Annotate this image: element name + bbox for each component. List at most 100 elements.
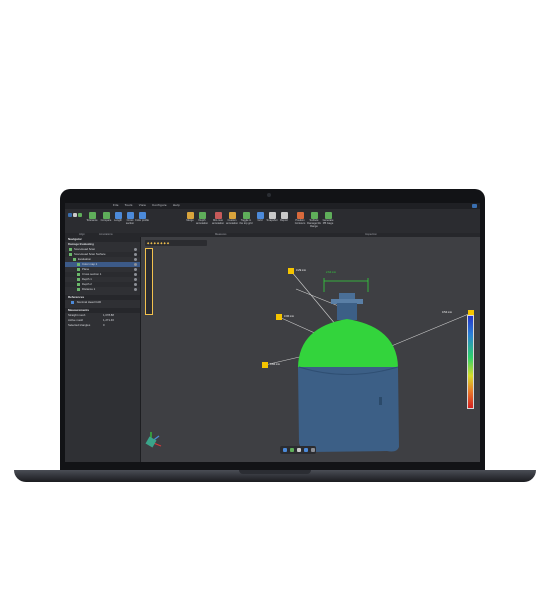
ribbon-button[interactable]: Custom annotation [225, 211, 239, 229]
laptop-base [14, 470, 536, 482]
tag-1[interactable] [288, 268, 294, 274]
group-align: Align [79, 233, 85, 236]
view-icon[interactable] [283, 448, 287, 452]
ribbon-button-icon [114, 212, 122, 219]
ribbon-button-label: Min-max annotation [211, 219, 225, 225]
tag-1-text: 3.29 mm [296, 269, 307, 272]
laptop-lid: File Tools View Configure Help Tolerance… [60, 189, 485, 470]
ribbon-button-icon [102, 212, 110, 219]
tag-3[interactable] [262, 362, 268, 368]
menu-view[interactable]: View [139, 203, 146, 207]
ribbon-button-icon [256, 212, 264, 219]
menu-tools[interactable]: Tools [125, 203, 133, 207]
ribbon-button-label: Custom annotation [225, 219, 239, 225]
ribbon-button-label: Surface Damage Re Range [307, 219, 321, 228]
tag-5-text: 2.64 mm [326, 271, 337, 274]
vessel-neck [337, 303, 357, 320]
webcam [267, 193, 271, 197]
tree-item-label: Cross section 1 [82, 272, 102, 276]
menu-help[interactable]: Help [173, 203, 180, 207]
ribbon-button-icon [324, 212, 332, 219]
3d-viewport[interactable]: ◆◆◆◆◆◆◆ 3.29 mm 3.06 mm 4.84 mm 0.54 mm … [141, 237, 480, 462]
dimension-bracket [323, 278, 369, 292]
ribbon-button-icon [198, 212, 206, 219]
quick-access-icon[interactable] [78, 213, 82, 217]
viewport-bottom-toolbar[interactable] [280, 446, 316, 454]
ribbon-button-label: Tolerance [86, 219, 98, 222]
ribbon-button[interactable]: Color profile [135, 211, 149, 229]
vessel-flange [339, 293, 355, 300]
pressure-vessel-model[interactable] [298, 293, 399, 452]
tree-item-icon [77, 267, 80, 271]
visibility-eye-icon[interactable] [134, 278, 137, 281]
tree-item-icon [77, 272, 80, 276]
menu-bar: File Tools View Configure Help [113, 203, 185, 207]
axis-triad-icon [145, 432, 162, 448]
visibility-eye-icon[interactable] [134, 258, 137, 261]
visibility-eye-icon[interactable] [134, 248, 137, 251]
tree-item-label: Distance 1 [82, 287, 96, 291]
group-annotations: Annotations [99, 233, 113, 236]
tree-item-label: Depth 1 [82, 277, 92, 281]
measure-row: Selected triangles 0 [65, 323, 140, 328]
visibility-eye-icon[interactable] [134, 283, 137, 286]
ribbon-button[interactable]: Surface Damage Re Range [307, 211, 321, 229]
window-control-icon[interactable] [472, 204, 477, 208]
mesh-icon [71, 300, 74, 304]
ribbon-button-label: Generate PB Gage [322, 219, 334, 225]
ribbon-button-icon [310, 212, 318, 219]
tag-2-text: 3.06 mm [284, 315, 295, 318]
ribbon-button[interactable]: Position Contours [293, 211, 307, 229]
visibility-eye-icon[interactable] [134, 253, 137, 256]
project-label: Damage Evaluating [68, 242, 94, 246]
ribbon-button[interactable]: Tolerance [85, 211, 99, 229]
ribbon-button-label: Depth annotation [195, 219, 209, 225]
menu-configure[interactable]: Configure [152, 203, 167, 207]
tree-item-icon [77, 282, 80, 286]
ribbon-button-label: Toggle in the top grid [239, 219, 253, 225]
tree-item-icon [77, 277, 80, 281]
ribbon-button-icon [214, 212, 222, 219]
ribbon-button[interactable]: Generate PB Gage [321, 211, 335, 229]
laptop-base-notch [239, 470, 311, 474]
render-icon[interactable] [290, 448, 294, 452]
tree-item-icon [69, 252, 72, 256]
ribbon-button[interactable]: Toggle in the top grid [239, 211, 253, 229]
more-icon[interactable] [311, 448, 315, 452]
ribbon-button[interactable]: Depth annotation [195, 211, 209, 229]
group-measures: Measures [215, 233, 227, 236]
light-icon[interactable] [297, 448, 301, 452]
tree-item-label: Scan-Head Scan [74, 247, 96, 251]
quick-access-icon[interactable] [68, 213, 72, 217]
menu-file[interactable]: File [113, 203, 119, 207]
tree-item[interactable]: Distance 1 [65, 287, 140, 292]
tree-item-icon [69, 247, 72, 251]
ribbon-button-icon [186, 212, 194, 219]
tree-item-icon [77, 287, 80, 291]
tree-item-label: Evaluation [78, 257, 92, 261]
tree-item-icon [73, 257, 76, 261]
visibility-eye-icon[interactable] [134, 268, 137, 271]
tag-2[interactable] [276, 314, 282, 320]
ribbon-button-label: Color profile [135, 219, 149, 222]
ribbon-button-icon [268, 212, 276, 219]
ribbon-button-icon [296, 212, 304, 219]
tree-item-label: Scan-Head Scan Surface [74, 252, 106, 256]
visibility-eye-icon[interactable] [134, 263, 137, 266]
measure-label: Selected triangles [68, 323, 91, 327]
visibility-eye-icon[interactable] [134, 273, 137, 276]
quick-access-icon[interactable] [73, 213, 77, 217]
ribbon-button[interactable]: Report [277, 211, 291, 229]
group-inspection: Inspection [365, 233, 377, 236]
ribbon-button-icon [242, 212, 250, 219]
measure-value: 0 [103, 323, 105, 327]
camera-icon[interactable] [304, 448, 308, 452]
ribbon-button[interactable]: Min-max annotation [211, 211, 225, 229]
reference-item[interactable]: Nominal Head CAD [65, 300, 140, 305]
vessel-body [298, 367, 399, 452]
visibility-eye-icon[interactable] [134, 288, 137, 291]
ribbon-button-label: Report [280, 219, 288, 222]
ribbon-button-icon [280, 212, 288, 219]
measure-label: Active mesh [68, 318, 84, 322]
vessel-dome [298, 319, 398, 367]
